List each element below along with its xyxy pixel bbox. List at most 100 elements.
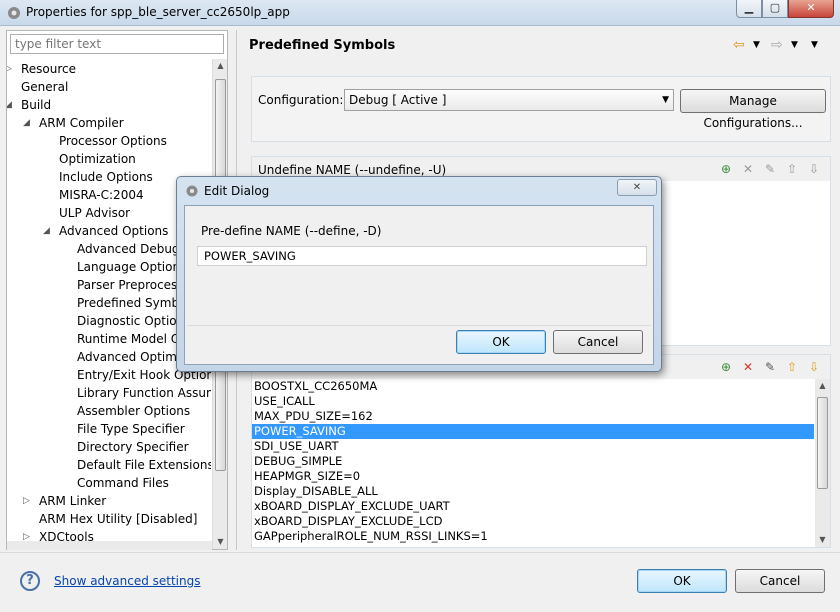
move-up-icon[interactable]: ⇧ [784,161,800,177]
tree-item[interactable]: Library Function Assumptions [7,384,211,402]
page-navigation: ⇦ ▼ ⇨ ▼ ▼ [733,36,833,56]
define-symbols-list: BOOSTXL_CC2650MA USE_ICALL MAX_PDU_SIZE=16… [252,379,814,547]
chevron-down-icon: ▼ [662,95,669,105]
scroll-up-icon[interactable]: ▲ [818,381,827,390]
app-gear-icon [8,7,20,19]
predefine-name-input[interactable] [197,246,647,266]
tree-item-label: Diagnostic Options [77,314,191,328]
symbol-list-item[interactable]: xBOARD_DISPLAY_EXCLUDE_LCD [252,514,814,529]
undefine-label: Undefine NAME (--undefine, -U) [258,163,447,177]
scroll-down-icon[interactable]: ▼ [818,535,827,544]
symbol-list-item[interactable]: Display_DISABLE_ALL [252,484,814,499]
forward-menu-chevron-icon[interactable]: ▼ [791,36,798,54]
dialog-ok-button[interactable]: OK [456,330,546,354]
tree-item[interactable]: ▷ XDCtools [7,528,211,541]
move-up-icon[interactable]: ⇧ [784,359,800,375]
page-title: Predefined Symbols [249,38,396,53]
define-symbols-group: ⊕ ✕ ✎ ⇧ ⇩ BOOSTXL_CC2650MA USE_ICALL MAX_P… [251,354,831,548]
tree-item-label: ULP Advisor [59,206,131,220]
configuration-group: Configuration: Debug [ Active ] ▼ Manage… [251,76,831,142]
tree-item[interactable]: ◢ Build [7,96,211,114]
tree-item[interactable]: Default File Extensions [7,456,211,474]
ok-button[interactable]: OK [637,569,727,593]
move-down-icon[interactable]: ⇩ [806,359,822,375]
help-icon[interactable]: ? [20,571,40,591]
tree-item[interactable]: ▷ Resource [7,60,211,78]
dialog-close-button[interactable]: ✕ [617,179,657,196]
minimize-button[interactable]: ▁ [736,0,762,18]
configuration-select[interactable]: Debug [ Active ] ▼ [344,89,674,111]
tree-item[interactable]: ◢ ARM Compiler [7,114,211,132]
tree-item-label: Advanced Options [59,224,169,238]
symbol-list-item[interactable]: GAPperipheralROLE_NUM_RSSI_LINKS=1 [252,529,814,544]
collapse-arrow-icon[interactable]: ◢ [43,222,53,240]
tree-item-label: Processor Options [59,134,167,148]
tree-item[interactable]: Optimization [7,150,211,168]
symbol-list-item[interactable]: SDI_USE_UART [252,439,814,454]
filter-input[interactable] [10,34,224,54]
tree-item-label: Library Function Assumptions [77,386,211,400]
expand-arrow-icon[interactable]: ▷ [23,528,33,541]
window-titlebar: Properties for spp_ble_server_cc2650lp_a… [0,0,840,26]
collapse-arrow-icon[interactable]: ◢ [23,114,33,132]
edit-symbol-icon[interactable]: ✎ [762,359,778,375]
tree-item-label: ARM Compiler [39,116,124,130]
tree-item-label: MISRA-C:2004 [59,188,144,202]
symbol-list-item[interactable]: HEAPMGR_SIZE=0 [252,469,814,484]
maximize-button[interactable]: ▢ [762,0,788,18]
tree-item[interactable]: ARM Hex Utility [Disabled] [7,510,211,528]
window-close-button[interactable]: ✕ [788,0,834,18]
symbol-list-item[interactable]: USE_ICALL [252,394,814,409]
tree-item[interactable]: Command Files [7,474,211,492]
add-symbol-icon[interactable]: ⊕ [718,161,734,177]
dialog-body: Pre-define NAME (--define, -D) OK Cancel [184,205,654,365]
symbols-scrollbar[interactable]: ▲ ▼ [815,379,830,547]
tree-item-label: General [21,80,69,94]
manage-configurations-button[interactable]: Manage Configurations... [680,89,826,130]
symbol-list-item[interactable]: xBOARD_DISPLAY_EXCLUDE_UART [252,499,814,514]
symbol-list-item[interactable]: POWER_SAVING [252,424,814,439]
dialog-gear-icon [186,185,198,197]
tree-item-label: XDCtools [39,530,94,541]
tree-item[interactable]: Directory Specifier [7,438,211,456]
tree-item-label: Optimization [59,152,136,166]
expand-arrow-icon[interactable]: ▷ [23,492,33,510]
add-symbol-icon[interactable]: ⊕ [718,359,734,375]
scroll-down-icon[interactable]: ▼ [216,537,225,546]
tree-item[interactable]: ▷ ARM Linker [7,492,211,510]
scroll-up-icon[interactable]: ▲ [216,61,225,70]
tree-horizontal-scrollbar[interactable] [7,541,212,550]
expand-arrow-icon[interactable]: ▷ [7,60,15,78]
dialog-button-bar: ? Show advanced settings OK Cancel [0,552,840,612]
tree-item-label: Directory Specifier [77,440,189,454]
symbols-scroll-thumb[interactable] [817,397,828,489]
tree-item[interactable]: File Type Specifier [7,420,211,438]
symbol-list-item[interactable]: BOOSTXL_CC2650MA [252,379,814,394]
delete-symbol-icon[interactable]: ✕ [740,359,756,375]
back-arrow-icon[interactable]: ⇦ [733,36,745,54]
tree-item-label: Language Options [77,260,187,274]
edit-symbol-icon[interactable]: ✎ [762,161,778,177]
move-down-icon[interactable]: ⇩ [806,161,822,177]
tree-item[interactable]: Assembler Options [7,402,211,420]
view-menu-chevron-icon[interactable]: ▼ [811,36,818,54]
tree-item[interactable]: Processor Options [7,132,211,150]
window-title: Properties for spp_ble_server_cc2650lp_a… [26,5,290,19]
tree-item[interactable]: General [7,78,211,96]
symbol-list-item[interactable]: MAX_PDU_SIZE=162 [252,409,814,424]
tree-item-label: ARM Linker [39,494,107,508]
back-menu-chevron-icon[interactable]: ▼ [753,36,760,54]
cancel-button[interactable]: Cancel [735,569,825,593]
show-advanced-settings-link[interactable]: Show advanced settings [54,574,201,588]
symbol-list-item[interactable]: DEBUG_SIMPLE [252,454,814,469]
delete-symbol-icon[interactable]: ✕ [740,161,756,177]
tree-item-label: Default File Extensions [77,458,211,472]
tree-item-label: Resource [21,62,77,76]
tree-item-label: Command Files [77,476,169,490]
forward-arrow-icon[interactable]: ⇨ [771,36,783,54]
collapse-arrow-icon[interactable]: ◢ [7,96,15,114]
edit-dialog: Edit Dialog ✕ Pre-define NAME (--define,… [176,176,662,372]
dialog-cancel-button[interactable]: Cancel [553,330,643,354]
tree-item-label: File Type Specifier [77,422,185,436]
dialog-field-group: Pre-define NAME (--define, -D) [187,208,651,326]
